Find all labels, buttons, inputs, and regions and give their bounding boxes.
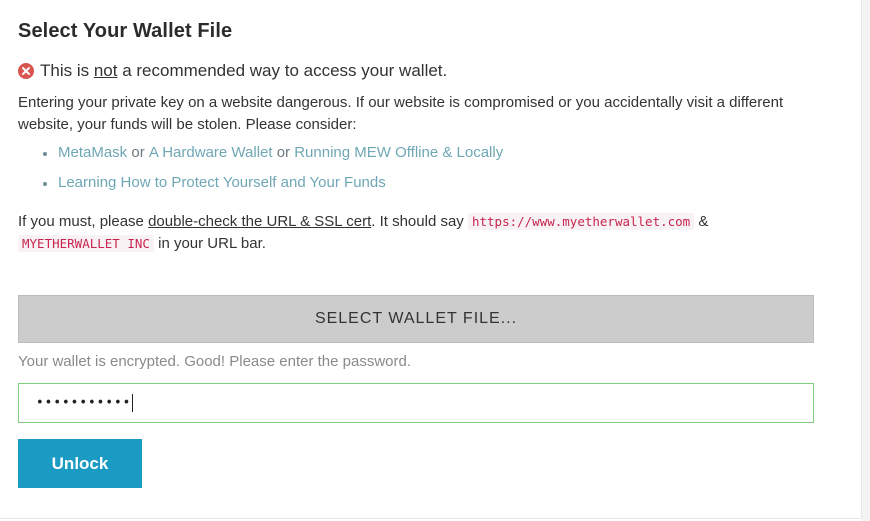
warning-message: This is not a recommended way to access …	[18, 61, 447, 81]
warning-suffix: a recommended way to access your wallet.	[117, 61, 448, 80]
page-gutter	[862, 0, 870, 521]
metamask-link[interactable]: MetaMask	[58, 144, 127, 161]
list-item: MetaMask or A Hardware Wallet or Running…	[40, 142, 503, 164]
password-input[interactable]	[18, 383, 814, 423]
url-check-text: If you must, please double-check the URL…	[18, 211, 808, 255]
or-separator: or	[272, 144, 295, 161]
protect-yourself-link[interactable]: Learning How to Protect Yourself and You…	[58, 174, 386, 191]
safer-options-list: MetaMask or A Hardware Wallet or Running…	[40, 142, 503, 202]
select-wallet-file-button[interactable]: SELECT WALLET FILE...	[18, 295, 814, 343]
warning-text: This is not a recommended way to access …	[40, 61, 447, 81]
warning-prefix: This is	[40, 61, 94, 80]
intro-text: Entering your private key on a website d…	[18, 94, 784, 133]
list-item: Learning How to Protect Yourself and You…	[40, 172, 503, 194]
hardware-wallet-link[interactable]: A Hardware Wallet	[149, 144, 273, 161]
cert-name-code: MYETHERWALLET INC	[18, 235, 154, 252]
run-offline-link[interactable]: Running MEW Offline & Locally	[294, 144, 503, 161]
error-circle-x-icon	[18, 63, 34, 79]
wallet-panel: Select Your Wallet File This is not a re…	[0, 0, 862, 519]
url-check-prefix: If you must, please	[18, 213, 149, 230]
unlock-button[interactable]: Unlock	[18, 439, 142, 488]
url-check-suffix: in your URL bar.	[153, 235, 266, 252]
url-check-amp: &	[694, 213, 709, 230]
url-check-middle: . It should say	[371, 213, 468, 230]
wallet-status-text: Your wallet is encrypted. Good! Please e…	[18, 353, 412, 370]
or-separator: or	[127, 144, 149, 161]
warning-emphasis: not	[93, 61, 118, 80]
official-url-code: https://www.myetherwallet.com	[467, 213, 695, 230]
page-title: Select Your Wallet File	[18, 20, 233, 42]
ssl-cert-link[interactable]: double-check the URL & SSL cert	[148, 213, 371, 230]
